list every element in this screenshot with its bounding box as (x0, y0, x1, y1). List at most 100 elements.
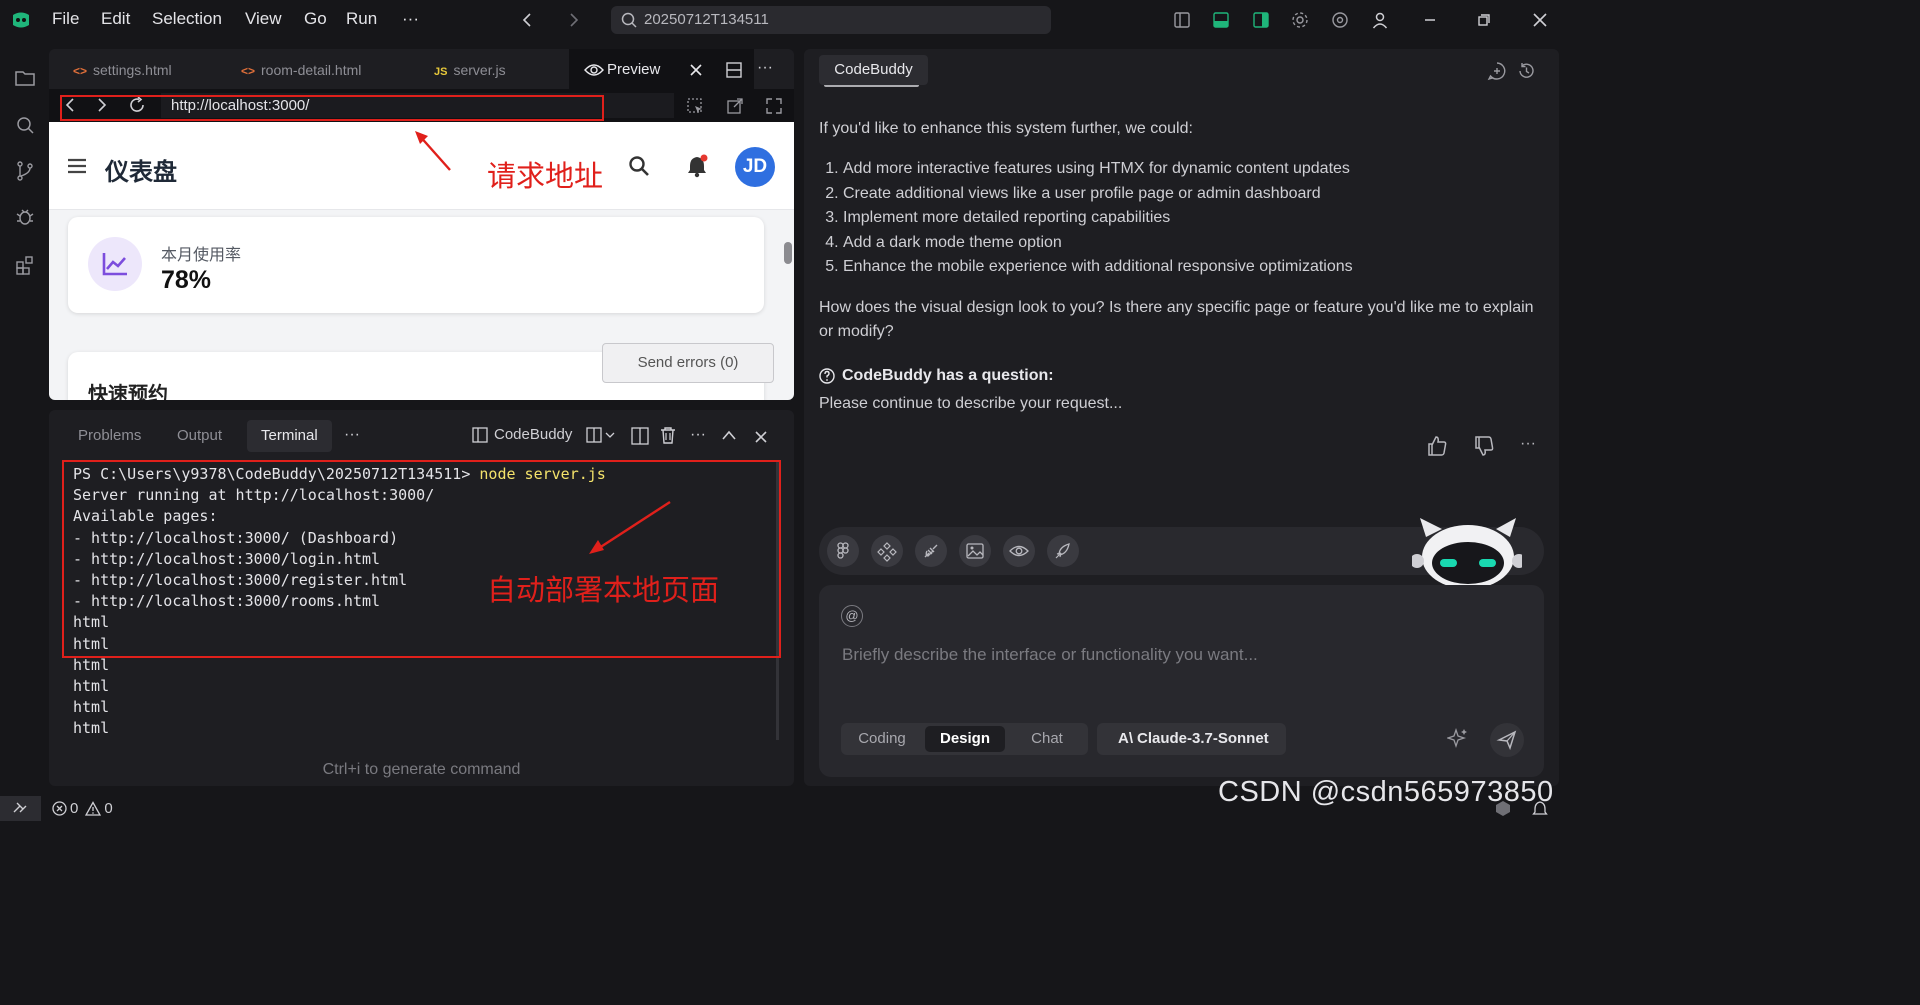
avatar[interactable]: JD (735, 147, 775, 187)
history-icon[interactable] (1516, 61, 1536, 81)
terminal-line: html (73, 655, 110, 674)
nav-back-icon[interactable] (518, 10, 538, 30)
chat-tab-codebuddy[interactable]: CodeBuddy (819, 55, 928, 85)
close-window-icon[interactable] (1530, 10, 1550, 30)
stat-card-usage: 本月使用率 78% (68, 217, 764, 313)
preview-eye-icon[interactable] (1003, 535, 1035, 567)
browser-icon[interactable] (1330, 10, 1350, 30)
menu-go[interactable]: Go (304, 9, 327, 29)
terminal-profile-label[interactable]: CodeBuddy (494, 426, 572, 443)
suggestion-list: Add more interactive features using HTMX… (819, 157, 1539, 280)
account-icon[interactable] (1370, 10, 1390, 30)
thumbs-up-icon[interactable] (1426, 435, 1448, 457)
annotation-arrow-terminal (586, 500, 672, 556)
close-tab-icon[interactable] (689, 63, 703, 77)
remote-indicator[interactable] (0, 796, 41, 821)
split-terminal-icon[interactable] (631, 427, 649, 445)
trash-icon[interactable] (660, 426, 676, 444)
tab-settings-html[interactable]: <> settings.html (73, 49, 172, 89)
tab-terminal[interactable]: Terminal (247, 420, 332, 452)
search-icon[interactable] (628, 155, 650, 177)
menu-selection[interactable]: Selection (152, 9, 222, 29)
stat-label: 本月使用率 (161, 247, 242, 264)
model-name: Claude-3.7-Sonnet (1137, 730, 1269, 747)
chat-input-card: @ Briefly describe the interface or func… (819, 585, 1544, 777)
settings-gear-icon[interactable] (1290, 10, 1310, 30)
maximize-panel-icon[interactable] (721, 429, 737, 441)
menu-file[interactable]: File (52, 9, 79, 29)
clipped-heading-fragment (824, 85, 919, 87)
js-icon: JS (434, 66, 448, 78)
tab-server-js[interactable]: JS server.js (434, 49, 506, 89)
close-panel-icon[interactable] (754, 430, 768, 444)
menu-more[interactable]: ··· (402, 9, 419, 29)
preview-url-bar: http://localhost:3000/ (49, 89, 794, 122)
mode-coding[interactable]: Coding (845, 723, 919, 755)
thumbs-down-icon[interactable] (1473, 435, 1495, 457)
toggle-secondary-sidebar-icon[interactable] (1251, 10, 1271, 30)
chat-header-clip (819, 85, 929, 97)
terminal-line: html (73, 677, 110, 696)
annotation-url-label: 请求地址 (487, 161, 604, 193)
terminal-highlight-box (62, 460, 781, 658)
send-errors-button[interactable]: Send errors (0) (602, 343, 774, 383)
search-view-icon[interactable] (14, 114, 36, 136)
chat-message: If you'd like to enhance this system fur… (819, 117, 1539, 416)
toggle-sidebar-icon[interactable] (1172, 10, 1192, 30)
model-selector[interactable]: A\ Claude-3.7-Sonnet (1097, 723, 1286, 755)
panel-more-icon[interactable]: ··· (344, 426, 360, 444)
menu-view[interactable]: View (245, 9, 282, 29)
mode-design[interactable]: Design (925, 726, 1005, 752)
nav-forward-icon[interactable] (563, 10, 583, 30)
mention-button[interactable]: @ (841, 605, 863, 627)
list-item: Enhance the mobile experience with addit… (843, 255, 1539, 280)
explorer-icon[interactable] (14, 67, 36, 89)
mode-chat[interactable]: Chat (1011, 723, 1083, 755)
extensions-icon[interactable] (14, 254, 36, 276)
restore-icon[interactable] (1474, 10, 1494, 30)
robot-mascot-icon (1412, 515, 1522, 587)
plugin-icon[interactable] (915, 535, 947, 567)
tab-room-detail-html[interactable]: <> room-detail.html (241, 49, 361, 89)
menu-run[interactable]: Run (346, 9, 377, 29)
chat-input[interactable]: Briefly describe the interface or functi… (842, 645, 1258, 665)
new-terminal-dropdown-icon[interactable] (586, 427, 618, 443)
split-editor-icon[interactable] (725, 61, 743, 79)
image-upload-icon[interactable] (959, 535, 991, 567)
message-more-icon[interactable]: ··· (1520, 435, 1536, 453)
tab-output[interactable]: Output (163, 420, 236, 452)
enhance-prompt-icon[interactable] (1447, 727, 1469, 749)
fullscreen-icon[interactable] (765, 97, 783, 115)
terminal-line: html (73, 698, 110, 717)
hamburger-menu-icon[interactable] (67, 158, 87, 174)
send-icon[interactable] (1490, 723, 1524, 757)
menu-edit[interactable]: Edit (101, 9, 130, 29)
more-actions-icon[interactable]: ··· (757, 59, 773, 77)
stat-value: 78% (161, 266, 212, 294)
open-external-icon[interactable] (726, 97, 744, 115)
select-element-icon[interactable] (686, 97, 704, 115)
search-value: 20250712T134511 (644, 11, 769, 28)
figma-icon[interactable] (827, 535, 859, 567)
page-title: 仪表盘 (105, 159, 177, 186)
eye-icon (584, 62, 604, 78)
tab-problems[interactable]: Problems (64, 420, 155, 452)
question-header: CodeBuddy has a question: (819, 364, 1539, 388)
components-icon[interactable] (871, 535, 903, 567)
terminal-hint: Ctrl+i to generate command (322, 761, 521, 778)
source-control-icon[interactable] (14, 160, 36, 182)
notification-bell-icon[interactable] (686, 154, 708, 178)
new-chat-icon[interactable] (1487, 61, 1507, 81)
toggle-panel-icon[interactable] (1211, 10, 1231, 30)
debug-icon[interactable] (14, 206, 36, 228)
deploy-rocket-icon[interactable] (1047, 535, 1079, 567)
question-text: Please continue to describe your request… (819, 394, 1123, 412)
chat-followup: How does the visual design look to you? … (819, 298, 1534, 340)
warning-icon (85, 801, 102, 816)
problems-indicator[interactable]: 0 0 (52, 800, 113, 817)
minimize-icon[interactable] (1420, 10, 1440, 30)
warning-count: 0 (104, 800, 113, 817)
preview-scrollbar[interactable] (784, 242, 792, 264)
command-search[interactable]: 20250712T134511 (611, 6, 1051, 34)
panel-actions-more-icon[interactable]: ··· (690, 426, 706, 444)
